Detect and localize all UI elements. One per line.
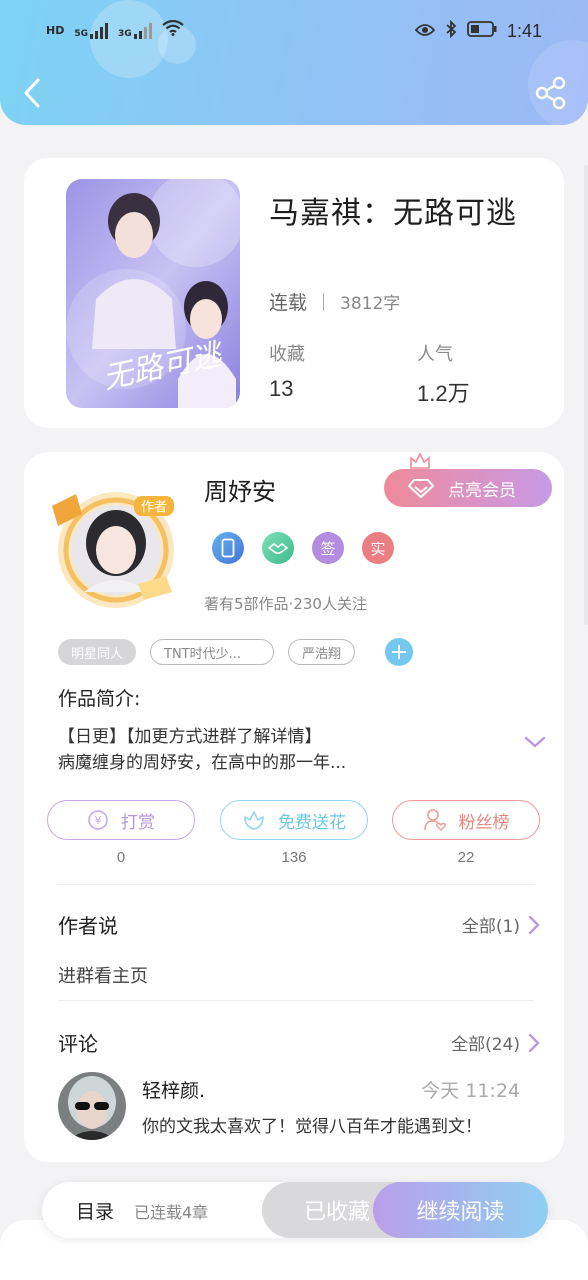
chevron-down-icon: [524, 736, 546, 748]
share-button[interactable]: [534, 76, 568, 110]
intro-line: 【日更】【加更方式进群了解详情】: [58, 727, 322, 747]
continue-reading-button[interactable]: 继续阅读: [373, 1182, 548, 1238]
user-heart-icon: [423, 809, 446, 831]
favorites-value: 13: [269, 376, 294, 401]
tip-count: 0: [116, 849, 126, 866]
tag-item[interactable]: 严浩翔: [288, 639, 356, 665]
header: HD 5G 3G 1:41: [0, 0, 588, 125]
clock: 1:41: [506, 21, 542, 41]
fans-label: 粉丝榜: [458, 812, 510, 833]
comments-title: 评论: [58, 1032, 98, 1056]
popularity-stat: 人气 1.2万: [417, 340, 470, 408]
favorites-stat: 收藏 13: [269, 340, 305, 402]
tag-list: 明星同人 TNT时代少... 严浩翔 +: [58, 638, 414, 666]
tag-item[interactable]: TNT时代少...: [150, 639, 275, 665]
signed-badge[interactable]: 签: [312, 532, 344, 564]
handshake-badge-icon[interactable]: [262, 532, 294, 564]
author-says-more-link[interactable]: 全部(1): [462, 912, 540, 937]
author-badges: 签 实: [212, 532, 394, 564]
tag-item[interactable]: 明星同人: [58, 639, 137, 665]
book-info-card: 无路可逃 马嘉祺：无路可逃 连载 3812字 收藏 13 人气 1.2万: [24, 158, 564, 428]
serial-status: 连载: [269, 292, 308, 314]
commenter-avatar[interactable]: [58, 1072, 126, 1140]
chevron-left-icon: [24, 78, 40, 108]
vip-button[interactable]: 点亮会员: [384, 469, 552, 507]
tip-button[interactable]: ¥ 打赏: [47, 800, 195, 840]
plus-icon: +: [389, 639, 409, 665]
signal-3g-icon: 3G: [118, 22, 152, 39]
tip-label: 打赏: [121, 812, 155, 833]
book-title: 马嘉祺：无路可逃: [269, 196, 517, 231]
comments-more-link[interactable]: 全部(24): [451, 1030, 540, 1055]
comments-count: 全部(24): [451, 1035, 520, 1055]
add-tag-button[interactable]: +: [385, 638, 414, 666]
book-meta: 连载 3812字: [269, 288, 400, 315]
chapter-count: 已连载4章: [134, 1203, 209, 1222]
word-count: 3812字: [340, 294, 401, 314]
author-says-title: 作者说: [58, 914, 118, 938]
popularity-label: 人气: [417, 344, 453, 365]
toc-button[interactable]: 目录: [76, 1197, 114, 1224]
comment-text: 你的文我太喜欢了！觉得八百年才能遇到文！: [142, 1117, 482, 1137]
intro-line: 病魔缠身的周妤安，在高中的那一年...: [58, 753, 347, 773]
verified-badge[interactable]: 实: [362, 532, 394, 564]
coin-icon: ¥: [88, 810, 108, 830]
favorited-label: 已收藏: [303, 1200, 370, 1225]
divider: [58, 1000, 534, 1001]
expand-intro-button[interactable]: [524, 734, 546, 753]
wifi-icon: [161, 19, 184, 41]
author-says-text: 进群看主页: [58, 966, 148, 987]
favorites-label: 收藏: [269, 344, 305, 365]
continue-reading-label: 继续阅读: [416, 1200, 505, 1225]
book-detail-card: 作者 周妤安 点亮会员 签 实 著有5部作品·230人关注 明星同人 TNT时代…: [24, 452, 564, 1162]
commenter-name[interactable]: 轻梓颜.: [142, 1076, 205, 1103]
chevron-right-icon: [528, 1033, 540, 1052]
hd-indicator: HD: [46, 24, 65, 37]
scrollbar[interactable]: [584, 165, 588, 625]
book-cover[interactable]: 无路可逃: [66, 179, 240, 408]
share-icon: [535, 76, 566, 110]
signal-5g-icon: 5G: [74, 22, 108, 39]
battery-icon: [467, 21, 497, 42]
intro-label: 作品简介:: [58, 688, 141, 710]
crown-icon: [410, 452, 430, 469]
flower-count: 136: [281, 849, 307, 866]
author-avatar[interactable]: 作者: [38, 488, 194, 612]
send-flower-button[interactable]: 免费送花: [220, 800, 368, 840]
flower-icon: [244, 811, 264, 830]
vip-label: 点亮会员: [448, 480, 516, 501]
fans-rank-button[interactable]: 粉丝榜: [392, 800, 540, 840]
back-button[interactable]: [18, 72, 52, 114]
diamond-icon: [408, 479, 434, 498]
status-bar: HD 5G 3G 1:41: [0, 14, 588, 48]
author-info: 著有5部作品·230人关注: [204, 595, 367, 613]
popularity-value: 1.2万: [417, 381, 470, 406]
chevron-right-icon: [528, 915, 540, 934]
fans-count: 22: [457, 849, 475, 866]
phone-badge-icon[interactable]: [212, 532, 244, 564]
intro-text[interactable]: 【日更】【加更方式进群了解详情】 病魔缠身的周妤安，在高中的那一年...: [58, 724, 508, 776]
eye-icon: [414, 22, 436, 42]
svg-text:作者: 作者: [141, 500, 167, 515]
author-name[interactable]: 周妤安: [204, 472, 276, 507]
author-says-count: 全部(1): [461, 917, 520, 937]
divider: [58, 884, 534, 885]
comment-time: 今天 11:24: [421, 1080, 520, 1102]
svg-text:¥: ¥: [95, 814, 102, 827]
bluetooth-icon: [445, 19, 457, 43]
flower-label: 免费送花: [278, 812, 346, 833]
bottom-action-bar: 目录 已连载4章 已收藏 继续阅读: [42, 1182, 548, 1238]
